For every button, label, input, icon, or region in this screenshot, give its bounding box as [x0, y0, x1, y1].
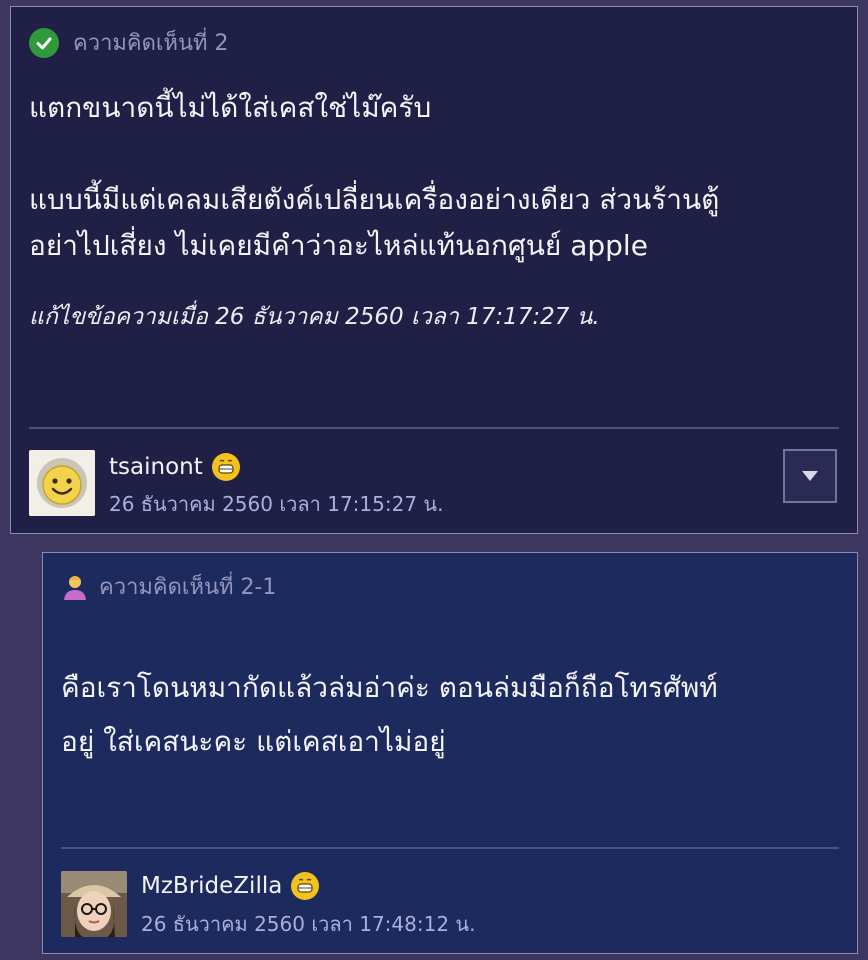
divider	[61, 847, 839, 849]
username-link[interactable]: tsainont	[109, 452, 241, 482]
person-icon	[64, 575, 86, 600]
comment-number: ความคิดเห็นที่ 2-1	[99, 575, 277, 600]
comment-body: แตกขนาดนี้ไม่ได้ใส่เคสใช่ไม๊ครับ แบบนี้ม…	[29, 91, 720, 262]
username-link[interactable]: MzBrideZilla	[141, 871, 320, 901]
comment-body: คือเราโดนหมากัดแล้วล่มอ่าค่ะ ตอนล่มมือก็…	[61, 671, 718, 758]
post-date: 26 ธันวาคม 2560 เวลา 17:15:27 น.	[109, 492, 444, 516]
post-date: 26 ธันวาคม 2560 เวลา 17:48:12 น.	[141, 912, 476, 936]
username[interactable]: tsainont	[109, 454, 203, 480]
user-avatar[interactable]	[29, 450, 95, 516]
options-dropdown-button[interactable]	[783, 449, 837, 503]
edited-note: แก้ไขข้อความเมื่อ 26 ธันวาคม 2560 เวลา 1…	[29, 304, 600, 330]
username[interactable]: MzBrideZilla	[141, 873, 282, 899]
grin-emoji-icon	[291, 872, 320, 900]
divider	[29, 427, 839, 429]
user-avatar[interactable]	[61, 871, 127, 937]
check-circle-icon	[29, 27, 59, 58]
comment-number: ความคิดเห็นที่ 2	[73, 31, 229, 56]
comment-header: ความคิดเห็นที่ 2-1	[61, 569, 276, 604]
reply-card: ความคิดเห็นที่ 2-1 คือเราโดนหมากัดแล้วล่…	[42, 552, 858, 954]
comment-header: ความคิดเห็นที่ 2	[29, 25, 228, 60]
chevron-down-icon	[802, 471, 818, 481]
grin-emoji-icon	[211, 453, 240, 481]
comment-card: ความคิดเห็นที่ 2 แตกขนาดนี้ไม่ได้ใส่เคสใ…	[10, 6, 858, 534]
